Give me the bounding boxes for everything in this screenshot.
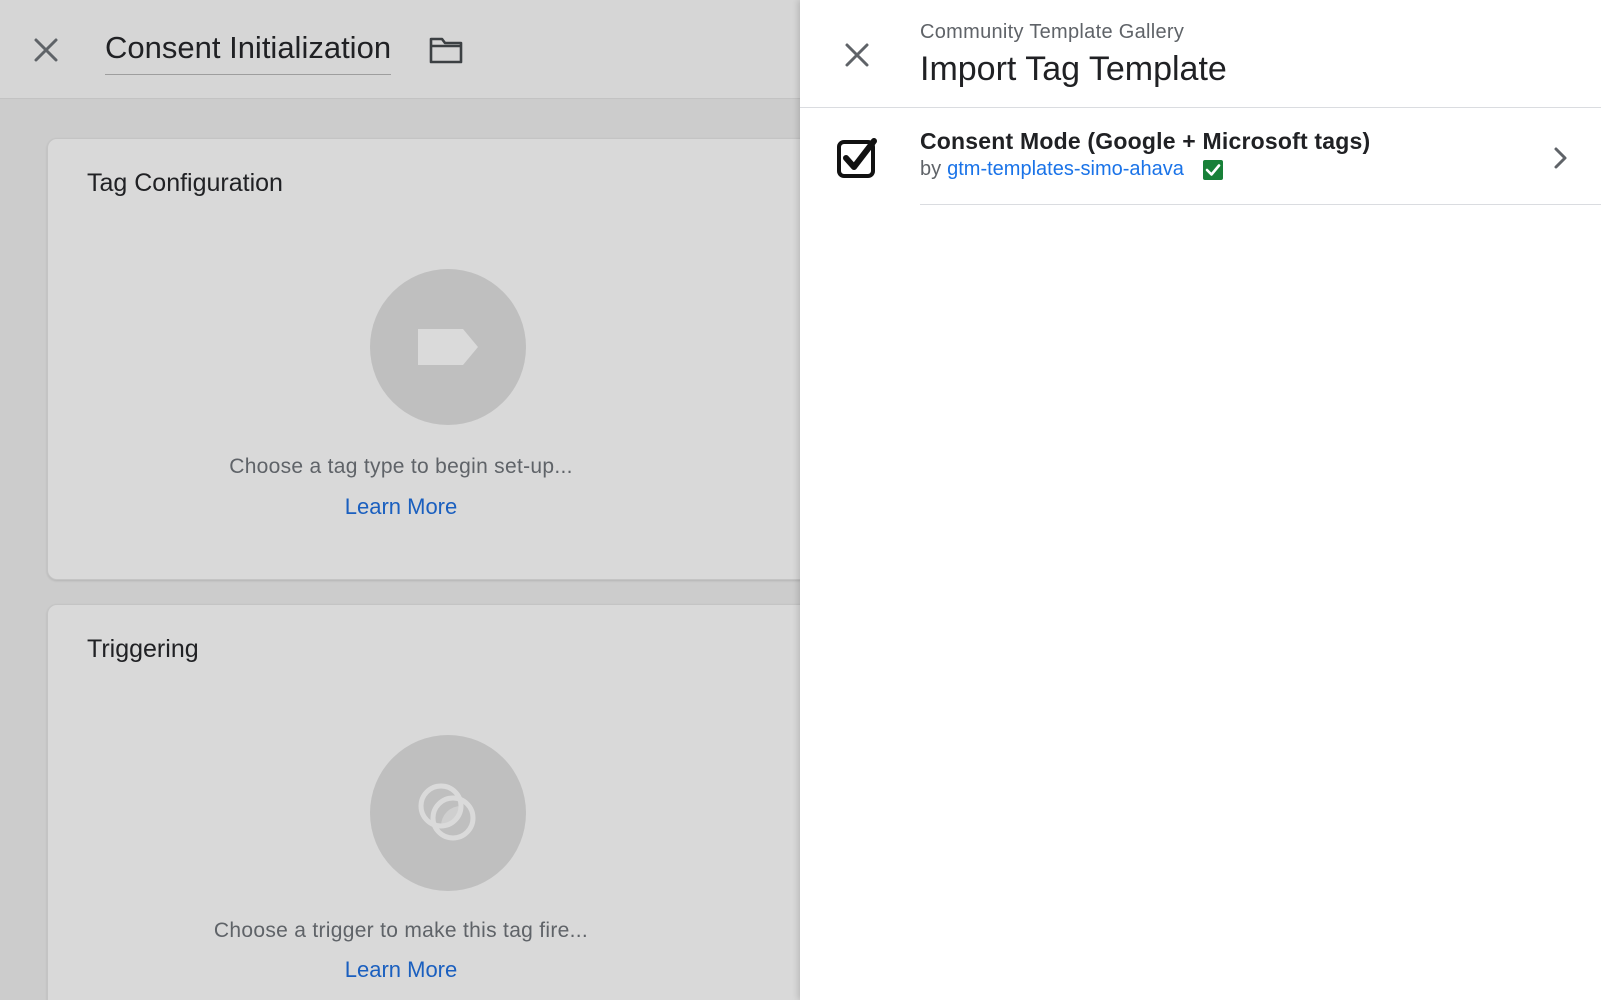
template-author-line: by gtm-templates-simo-ahava	[920, 158, 1224, 181]
tag-configuration-card[interactable]: Tag Configuration Choose a tag type to b…	[47, 138, 800, 580]
by-label: by	[920, 158, 942, 180]
author-link[interactable]: gtm-templates-simo-ahava	[947, 158, 1184, 181]
panel-header: Community Template Gallery Import Tag Te…	[800, 0, 1601, 108]
choose-trigger-button[interactable]	[370, 735, 526, 891]
editor-header: Consent Initialization	[0, 0, 800, 99]
row-divider	[920, 204, 1601, 205]
panel-title: Import Tag Template	[920, 50, 1227, 88]
template-name: Consent Mode (Google + Microsoft tags)	[920, 128, 1371, 154]
tag-icon	[418, 329, 478, 365]
card-title: Triggering	[87, 635, 199, 663]
triggering-card[interactable]: Triggering Choose a trigger to make this…	[47, 604, 800, 1000]
tag-name-field[interactable]: Consent Initialization	[105, 28, 392, 75]
card-title: Tag Configuration	[87, 169, 283, 197]
chevron-right-icon[interactable]	[1548, 144, 1572, 172]
folder-icon[interactable]	[428, 34, 464, 66]
verified-check-icon	[1202, 159, 1223, 180]
choose-tag-type-button[interactable]	[370, 269, 526, 425]
tag-type-hint: Choose a tag type to begin set-up...	[229, 455, 573, 478]
close-icon[interactable]	[30, 34, 62, 66]
template-row[interactable]: Consent Mode (Google + Microsoft tags) b…	[800, 108, 1601, 206]
trigger-learn-more-link[interactable]: Learn More	[1, 957, 800, 983]
trigger-hint: Choose a trigger to make this tag fire..…	[213, 919, 589, 942]
import-template-panel: Community Template Gallery Import Tag Te…	[800, 0, 1601, 1000]
close-icon[interactable]	[840, 38, 874, 72]
tag-learn-more-link[interactable]: Learn More	[1, 494, 800, 520]
checkbox-checked-icon[interactable]	[836, 136, 880, 180]
trigger-icon	[418, 783, 476, 841]
tag-editor: Consent Initialization Tag Configuration…	[0, 0, 800, 1000]
panel-subtitle: Community Template Gallery	[920, 21, 1185, 43]
